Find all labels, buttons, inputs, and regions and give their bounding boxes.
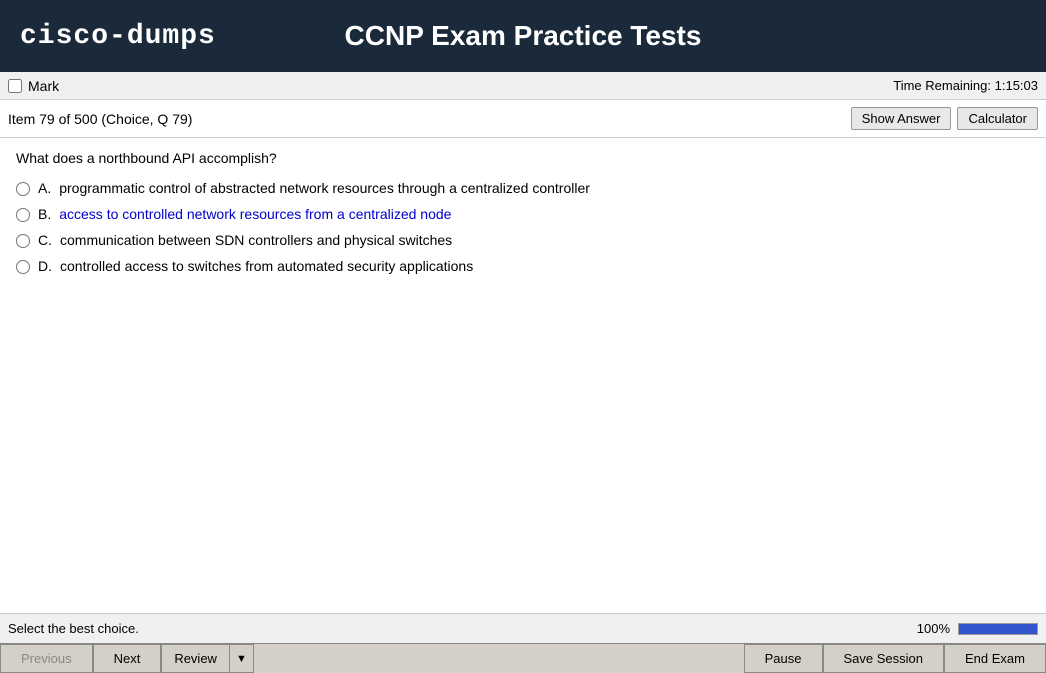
question-bar: Item 79 of 500 (Choice, Q 79) Show Answe… [0, 100, 1046, 138]
bottom-nav: Previous Next Review ▼ Pause Save Sessio… [0, 643, 1046, 673]
progress-area: 100% [917, 621, 1038, 636]
status-bar: Select the best choice. 100% [0, 613, 1046, 643]
spacer [254, 644, 744, 673]
option-text-a: programmatic control of abstracted netwo… [59, 180, 590, 196]
item-info: Item 79 of 500 (Choice, Q 79) [8, 111, 192, 127]
question-text: What does a northbound API accomplish? [16, 150, 1030, 166]
radio-b[interactable] [16, 208, 30, 222]
option-text-c: communication between SDN controllers an… [60, 232, 452, 248]
progress-track [958, 623, 1038, 635]
option-text-b: access to controlled network resources f… [59, 206, 451, 222]
end-exam-button[interactable]: End Exam [944, 644, 1046, 673]
mark-area[interactable]: Mark [8, 78, 59, 94]
option-label-d: D. [38, 258, 52, 274]
answer-option-d[interactable]: D. controlled access to switches from au… [16, 258, 1030, 274]
header: cisco-dumps CCNP Exam Practice Tests [0, 0, 1046, 72]
answer-option-a[interactable]: A. programmatic control of abstracted ne… [16, 180, 1030, 196]
radio-a[interactable] [16, 182, 30, 196]
answer-option-b[interactable]: B. access to controlled network resource… [16, 206, 1030, 222]
answer-option-c[interactable]: C. communication between SDN controllers… [16, 232, 1030, 248]
logo: cisco-dumps [20, 21, 216, 52]
header-title: CCNP Exam Practice Tests [345, 20, 702, 52]
question-bar-buttons: Show Answer Calculator [851, 107, 1038, 130]
time-remaining: Time Remaining: 1:15:03 [893, 78, 1038, 93]
progress-fill [959, 624, 1037, 634]
mark-checkbox[interactable] [8, 79, 22, 93]
review-dropdown-arrow[interactable]: ▼ [229, 645, 253, 672]
mark-label[interactable]: Mark [28, 78, 59, 94]
save-session-button[interactable]: Save Session [823, 644, 945, 673]
review-button[interactable]: Review [162, 645, 229, 672]
option-label-c: C. [38, 232, 52, 248]
content-area: What does a northbound API accomplish? A… [0, 138, 1046, 613]
next-button[interactable]: Next [93, 644, 162, 673]
radio-c[interactable] [16, 234, 30, 248]
radio-d[interactable] [16, 260, 30, 274]
previous-button[interactable]: Previous [0, 644, 93, 673]
option-label-b: B. [38, 206, 51, 222]
show-answer-button[interactable]: Show Answer [851, 107, 952, 130]
calculator-button[interactable]: Calculator [957, 107, 1038, 130]
option-text-d: controlled access to switches from autom… [60, 258, 473, 274]
option-label-a: A. [38, 180, 51, 196]
review-button-wrapper: Review ▼ [161, 644, 254, 673]
pause-button[interactable]: Pause [744, 644, 823, 673]
mark-bar: Mark Time Remaining: 1:15:03 [0, 72, 1046, 100]
progress-label: 100% [917, 621, 950, 636]
status-text: Select the best choice. [8, 621, 139, 636]
